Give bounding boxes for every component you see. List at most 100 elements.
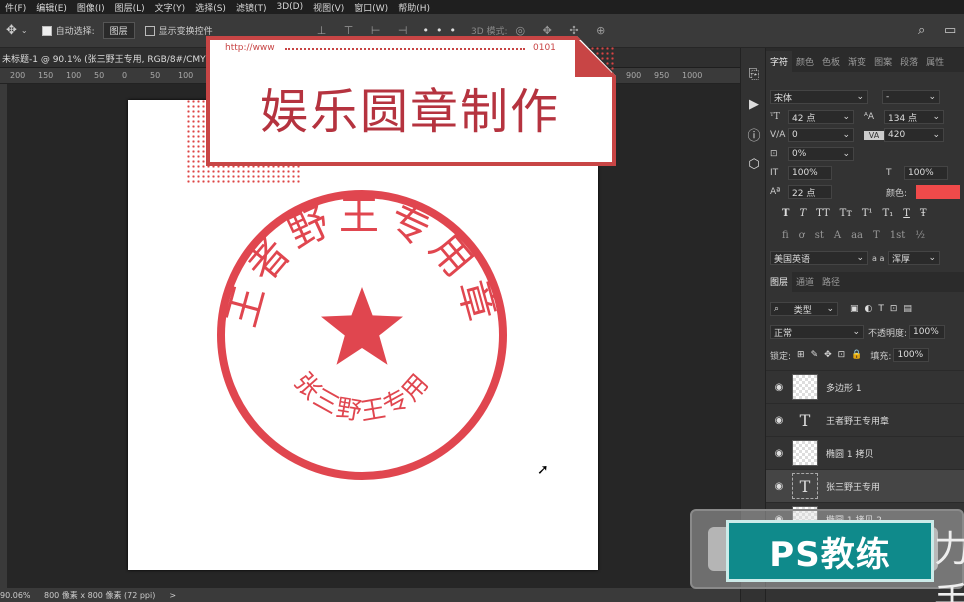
banner-number: 0101 <box>533 43 556 53</box>
eye-icon[interactable]: ◉ <box>766 382 792 393</box>
vertical-scale-icon: IT <box>770 168 779 178</box>
tab-gradient[interactable]: 渐变 <box>844 51 870 72</box>
leading-field[interactable]: 134 点 ⌄ <box>884 110 944 124</box>
blend-mode-select[interactable]: 正常 ⌄ <box>770 325 864 339</box>
menu-help[interactable]: 帮助(H) <box>393 1 435 14</box>
tab-pattern[interactable]: 图案 <box>870 51 896 72</box>
layer-filter-icons[interactable]: ▣◐T⊡▤ <box>850 304 918 314</box>
tracking-field[interactable]: 420 ⌄ <box>884 128 944 142</box>
move-icon[interactable]: ✥ <box>6 23 17 38</box>
fill-field[interactable]: 100% <box>893 348 930 362</box>
faux-bold-button[interactable]: T <box>782 208 789 219</box>
fractions-button[interactable]: ½ <box>915 230 925 241</box>
font-family-select[interactable]: 宋体 ⌄ <box>770 90 868 104</box>
swash-button[interactable]: A <box>834 230 841 241</box>
ordinals-button[interactable]: 1st <box>890 230 906 241</box>
menu-file[interactable]: 件(F) <box>0 1 31 14</box>
move-cursor-icon: ➚ <box>537 462 549 478</box>
layer-filter-value: 类型 <box>793 305 812 316</box>
opacity-field[interactable]: 100% <box>909 325 946 339</box>
baseline-field[interactable]: 22 点 <box>788 185 832 199</box>
ligature-button[interactable]: fi <box>782 230 789 241</box>
menu-select[interactable]: 选择(S) <box>190 1 231 14</box>
menu-3d[interactable]: 3D(D) <box>271 2 308 12</box>
menu-window[interactable]: 窗口(W) <box>349 1 393 14</box>
opacity-label: 不透明度: <box>868 328 908 339</box>
ruler-tick-label: 50 <box>94 71 105 80</box>
font-size-field[interactable]: 42 点 ⌄ <box>788 110 854 124</box>
titling-button[interactable]: T <box>873 230 880 241</box>
layer-name: 王者野王专用章 <box>826 416 890 427</box>
layer-row[interactable]: ◉ T 王者野王专用章 <box>766 403 964 436</box>
antialias-select[interactable]: 浑厚 ⌄ <box>888 251 940 265</box>
tsume-field[interactable]: 0% ⌄ <box>788 147 854 161</box>
tab-paths[interactable]: 路径 <box>818 271 844 292</box>
3d-cube-icon[interactable]: ⬡ <box>742 152 766 176</box>
auto-select-dropdown[interactable]: 图层 <box>102 22 135 39</box>
layer-row[interactable]: ◉ 多边形 1 <box>766 370 964 403</box>
text-color-swatch[interactable] <box>916 185 960 199</box>
underline-button[interactable]: T <box>903 208 910 219</box>
tab-character[interactable]: 字符 <box>766 51 793 72</box>
eye-icon[interactable]: ◉ <box>766 481 792 492</box>
menu-image[interactable]: 图像(I) <box>72 1 110 14</box>
layer-row[interactable]: ◉ 椭圆 1 拷贝 <box>766 436 964 469</box>
more-icon[interactable]: ••• <box>423 24 463 37</box>
horizontal-scale-field[interactable]: 100% <box>904 166 948 180</box>
all-caps-button[interactable]: TT <box>816 208 830 219</box>
ruler-tick-label: 950 <box>654 71 670 80</box>
antialias-value: 浑厚 <box>892 254 911 265</box>
chevron-down-icon[interactable]: ⌄ <box>21 26 28 35</box>
tab-channels[interactable]: 通道 <box>792 271 818 292</box>
lock-icons[interactable]: ⊞✎✥⊡🔒 <box>797 350 868 360</box>
seal-stamp[interactable]: 王者野王专用章 张三野王专用 <box>212 185 512 485</box>
kerning-icon: V/A <box>770 130 786 140</box>
menu-view[interactable]: 视图(V) <box>308 1 349 14</box>
subscript-button[interactable]: T₁ <box>883 208 894 219</box>
font-size-icon: ᵀT <box>770 112 780 122</box>
layer-filter-select[interactable]: ⌕ 类型 ⌄ <box>770 302 838 316</box>
align-icons[interactable]: ⊥ ⊤ ⊢ ⊣ <box>317 24 415 37</box>
search-icon[interactable]: ⌕ <box>918 23 925 38</box>
kerning-field[interactable]: 0 ⌄ <box>788 128 854 142</box>
eye-icon[interactable]: ◉ <box>766 448 792 459</box>
font-style-select[interactable]: - ⌄ <box>882 90 940 104</box>
menu-edit[interactable]: 编辑(E) <box>31 1 72 14</box>
eye-icon[interactable]: ◉ <box>766 415 792 426</box>
zoom-level[interactable]: 90.06% <box>0 591 40 600</box>
tab-color[interactable]: 颜色 <box>792 51 818 72</box>
faux-italic-button[interactable]: T <box>799 208 806 219</box>
superscript-button[interactable]: T¹ <box>862 208 873 219</box>
old-style-button[interactable]: ơ <box>799 230 805 241</box>
menu-type[interactable]: 文字(Y) <box>150 1 191 14</box>
vertical-scale-field[interactable]: 100% <box>788 166 832 180</box>
3d-mode-icons[interactable]: ◎ ✥ ✣ ⊕ <box>516 24 613 37</box>
menu-bar: 件(F) 编辑(E) 图像(I) 图层(L) 文字(Y) 选择(S) 滤镜(T)… <box>0 0 964 14</box>
workspace-icon[interactable]: ▭ <box>944 23 956 38</box>
banner-title: 娱乐圆章制作 <box>259 84 560 140</box>
layer-row-selected[interactable]: ◉ T 张三野王专用 <box>766 469 964 502</box>
tab-paragraph[interactable]: 段落 <box>896 51 922 72</box>
ruler-tick-label: 900 <box>626 71 642 80</box>
transform-controls-checkbox[interactable] <box>144 25 155 36</box>
tab-properties[interactable]: 属性 <box>922 51 948 72</box>
stylistic-button[interactable]: st <box>815 230 824 241</box>
status-arrow[interactable]: > <box>169 591 176 600</box>
tab-swatches[interactable]: 色板 <box>818 51 844 72</box>
play-icon[interactable]: ▶ <box>742 92 766 116</box>
language-select[interactable]: 美国英语 ⌄ <box>770 251 868 265</box>
small-caps-button[interactable]: Tт <box>840 208 852 219</box>
tracking-icon: VA <box>864 130 884 140</box>
character-panel-icon[interactable]: ⎘ <box>742 62 766 86</box>
strikethrough-button[interactable]: Ŧ <box>920 208 927 219</box>
menu-layer[interactable]: 图层(L) <box>110 1 150 14</box>
info-icon[interactable]: ⓘ <box>742 122 766 146</box>
chevron-down-icon: ⌄ <box>856 92 864 102</box>
tab-layers[interactable]: 图层 <box>766 271 793 292</box>
seal-star <box>321 287 403 365</box>
ruler-tick-label: 50 <box>150 71 161 80</box>
menu-filter[interactable]: 滤镜(T) <box>231 1 272 14</box>
photoshop-window: 件(F) 编辑(E) 图像(I) 图层(L) 文字(Y) 选择(S) 滤镜(T)… <box>0 0 964 602</box>
alternates-button[interactable]: aa <box>851 230 863 241</box>
auto-select-checkbox[interactable] <box>41 25 52 36</box>
